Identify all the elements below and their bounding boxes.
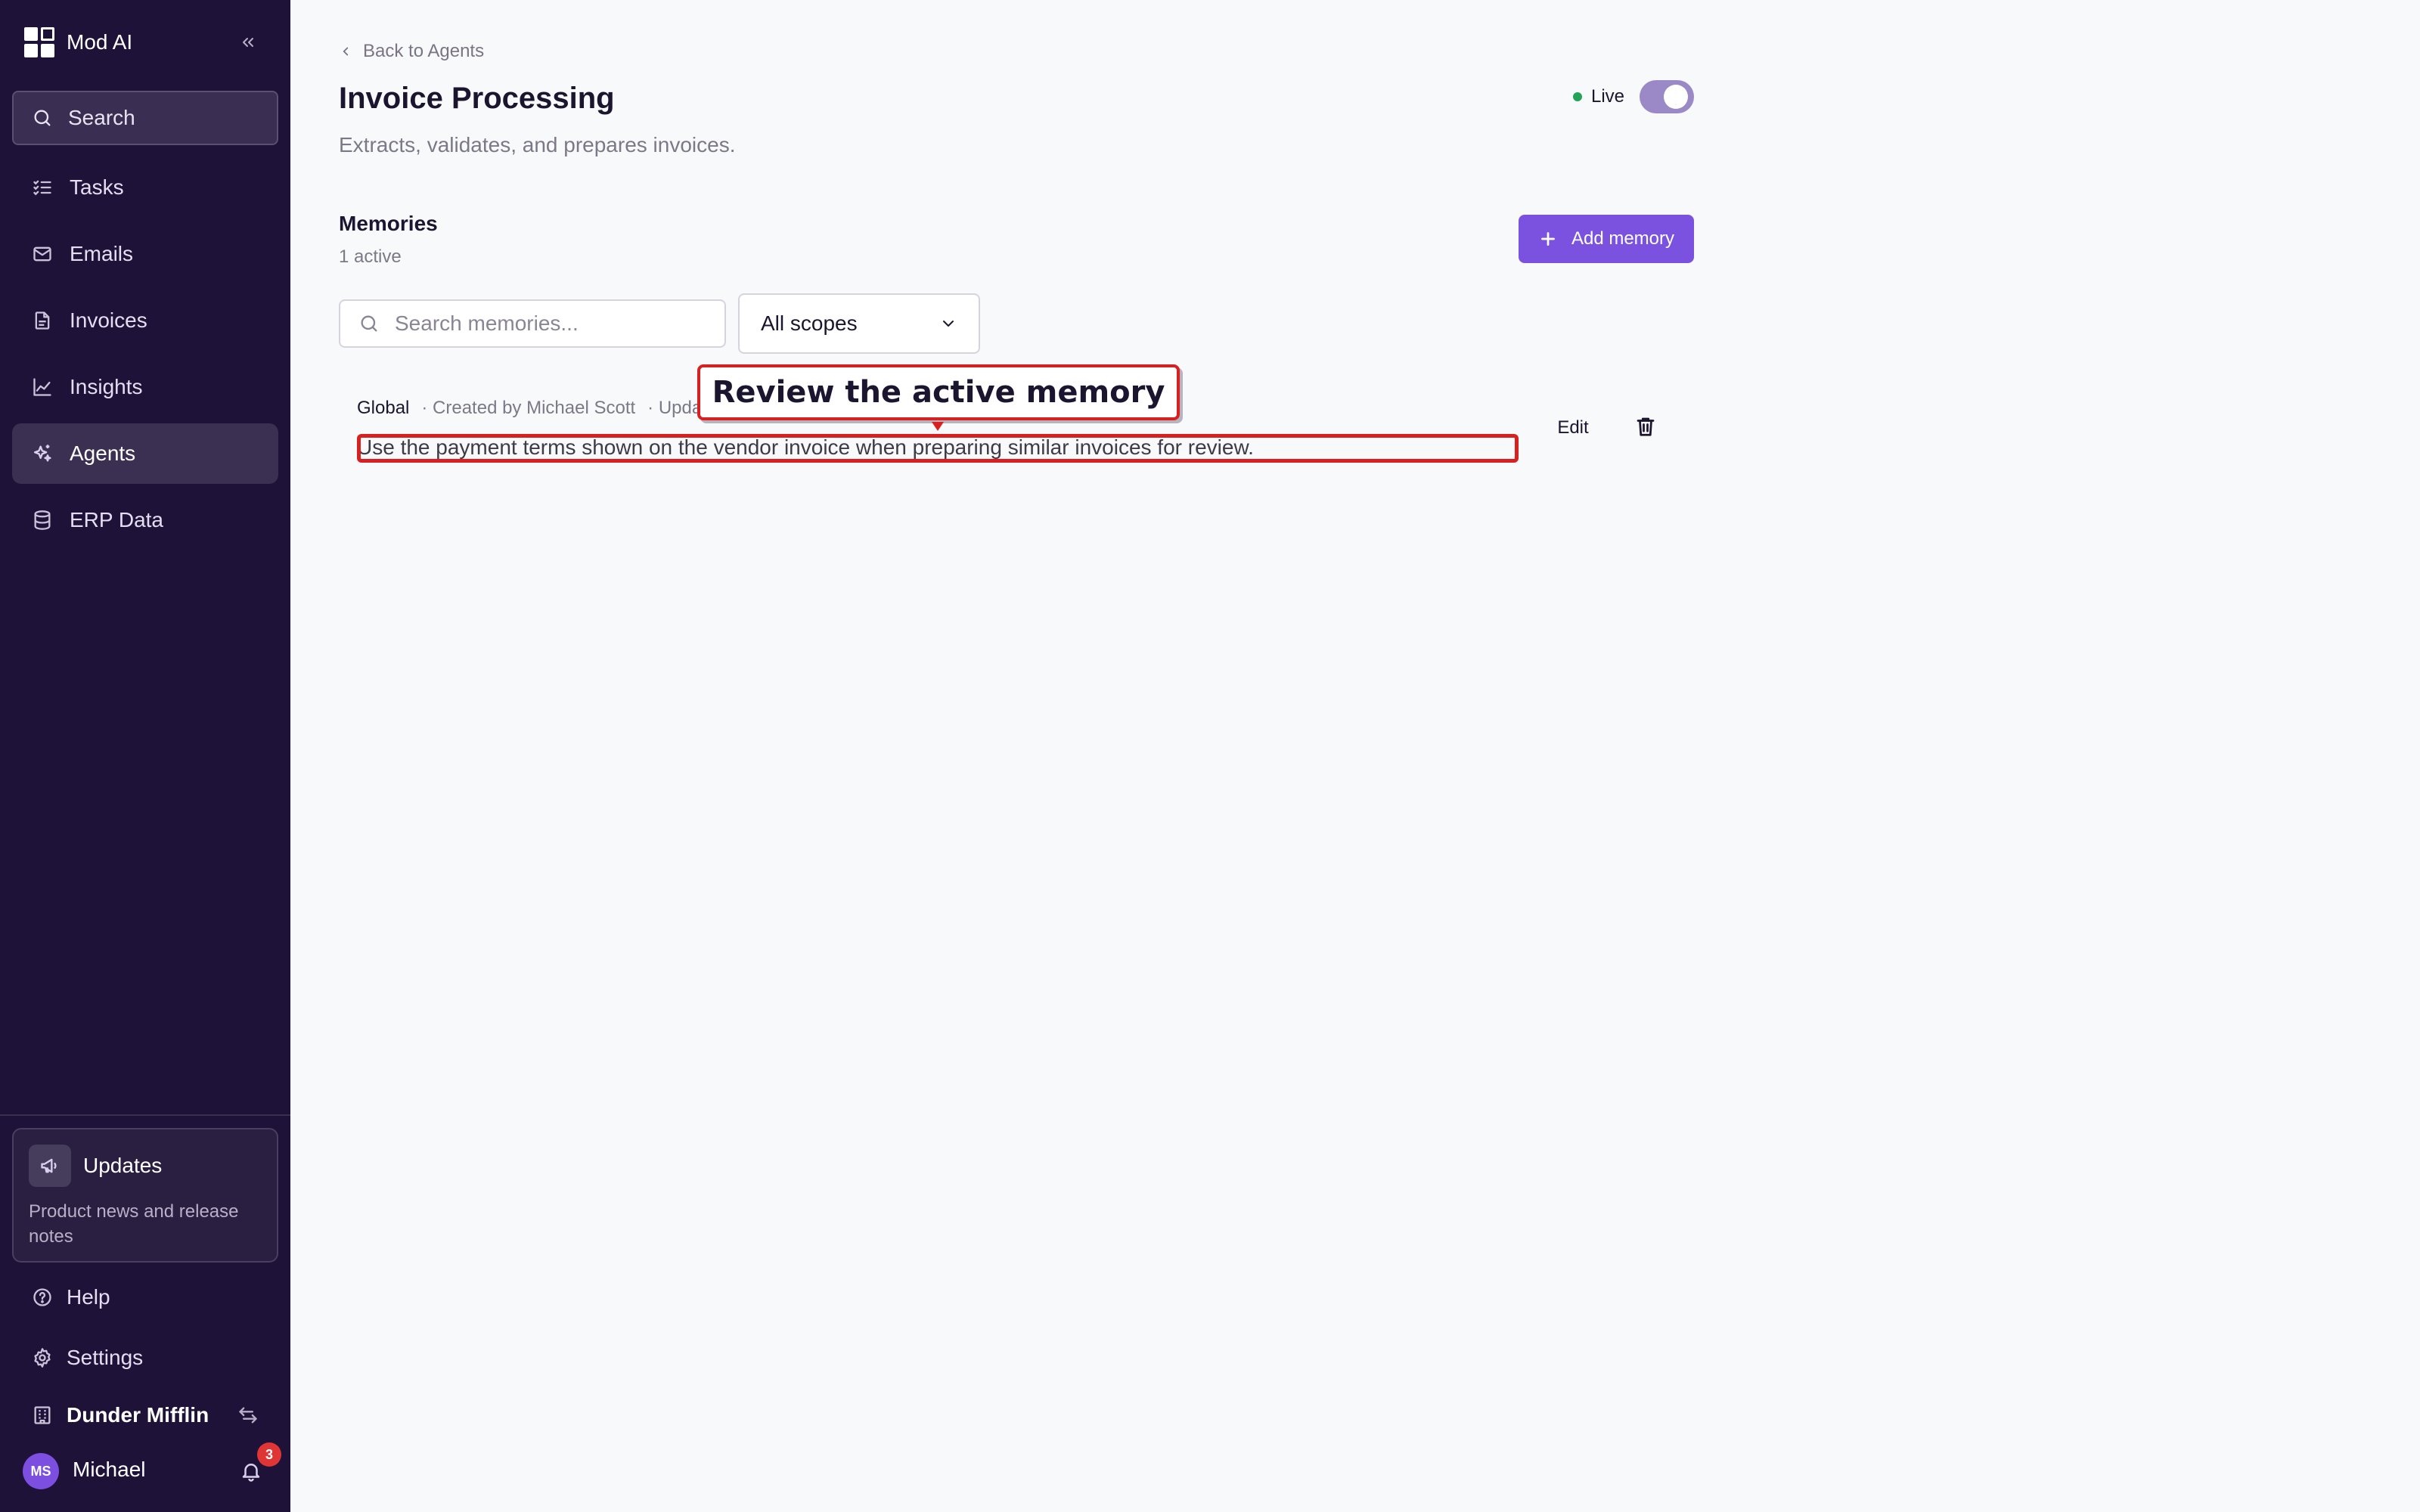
chart-line-icon bbox=[30, 375, 54, 399]
user-name[interactable]: Michael bbox=[73, 1458, 145, 1482]
memory-created-by: · Created by Michael Scott bbox=[421, 398, 636, 418]
chevron-left-icon bbox=[339, 45, 354, 58]
collapse-sidebar-button[interactable] bbox=[236, 27, 260, 57]
sidebar-item-emails[interactable]: Emails bbox=[12, 224, 278, 284]
sidebar-item-label: Insights bbox=[70, 375, 143, 398]
live-status-dot bbox=[1573, 92, 1582, 101]
back-label: Back to Agents bbox=[363, 41, 485, 61]
live-toggle[interactable] bbox=[1640, 80, 1694, 113]
sidebar-item-label: Tasks bbox=[70, 175, 124, 199]
toggle-knob bbox=[1664, 85, 1688, 109]
sidebar: Mod AI Search Tasks Emails Invoices Insi… bbox=[0, 0, 290, 1512]
page-subtitle: Extracts, validates, and prepares invoic… bbox=[339, 133, 736, 156]
bell-icon bbox=[242, 1464, 260, 1482]
live-status-label: Live bbox=[1591, 86, 1625, 107]
plus-icon bbox=[1538, 229, 1558, 249]
org-name: Dunder Mifflin bbox=[67, 1403, 209, 1427]
updates-description: Product news and release notes bbox=[29, 1201, 239, 1247]
search-icon bbox=[361, 315, 377, 332]
memory-updated: · Upda bbox=[647, 398, 703, 418]
sparkles-icon bbox=[30, 442, 54, 466]
sidebar-divider bbox=[0, 1114, 290, 1116]
sidebar-item-agents[interactable]: Agents bbox=[12, 423, 278, 484]
avatar[interactable]: MS bbox=[23, 1453, 59, 1489]
memory-search-input[interactable]: Search memories... bbox=[339, 299, 726, 348]
add-memory-label: Add memory bbox=[1571, 228, 1675, 249]
sidebar-search[interactable]: Search bbox=[12, 91, 278, 145]
memory-highlight-box bbox=[357, 434, 1519, 463]
search-icon bbox=[34, 110, 51, 126]
sidebar-item-erp-data[interactable]: ERP Data bbox=[12, 490, 278, 550]
brand-name: Mod AI bbox=[67, 30, 133, 54]
memory-scope: Global bbox=[357, 398, 410, 418]
edit-memory-button[interactable]: Edit bbox=[1546, 411, 1600, 445]
gear-icon bbox=[30, 1346, 54, 1370]
switch-org-button[interactable] bbox=[236, 1400, 260, 1430]
arrows-swap-icon bbox=[239, 1407, 257, 1424]
delete-memory-button[interactable] bbox=[1630, 410, 1661, 443]
memory-meta: Global · Created by Michael Scott · Upda bbox=[357, 398, 702, 419]
sidebar-item-label: Invoices bbox=[70, 308, 147, 332]
annotation-arrow bbox=[932, 422, 944, 431]
help-circle-icon bbox=[30, 1285, 54, 1309]
updates-card[interactable]: Updates Product news and release notes bbox=[12, 1128, 278, 1263]
sidebar-item-label: ERP Data bbox=[70, 508, 163, 531]
updates-title: Updates bbox=[83, 1154, 163, 1177]
brand-logo-icon bbox=[24, 27, 54, 57]
help-link[interactable]: Help bbox=[30, 1282, 110, 1312]
sidebar-nav: Tasks Emails Invoices Insights Agents ER… bbox=[12, 157, 278, 556]
org-switcher[interactable]: Dunder Mifflin bbox=[30, 1400, 209, 1430]
help-label: Help bbox=[67, 1285, 110, 1309]
memories-count: 1 active bbox=[339, 246, 402, 267]
annotation-tooltip: Review the active memory bbox=[697, 364, 1180, 420]
document-icon bbox=[30, 308, 54, 333]
sidebar-item-insights[interactable]: Insights bbox=[12, 357, 278, 417]
tasks-icon bbox=[30, 175, 54, 200]
back-to-agents-link[interactable]: Back to Agents bbox=[339, 38, 484, 65]
memory-search-placeholder: Search memories... bbox=[395, 311, 579, 335]
memories-heading: Memories bbox=[339, 212, 438, 235]
settings-label: Settings bbox=[67, 1346, 144, 1369]
sidebar-item-tasks[interactable]: Tasks bbox=[12, 157, 278, 218]
scope-filter-value: All scopes bbox=[761, 311, 858, 335]
chevron-down-icon bbox=[943, 321, 954, 327]
sidebar-item-label: Agents bbox=[70, 442, 136, 465]
building-icon bbox=[30, 1403, 54, 1427]
settings-link[interactable]: Settings bbox=[30, 1343, 143, 1373]
sidebar-item-label: Emails bbox=[70, 242, 134, 265]
live-status: Live bbox=[1573, 83, 1624, 110]
page-title: Invoice Processing bbox=[339, 82, 615, 115]
chevrons-left-icon bbox=[243, 38, 253, 47]
database-icon bbox=[30, 508, 54, 532]
megaphone-icon bbox=[29, 1145, 71, 1187]
brand[interactable]: Mod AI bbox=[24, 26, 132, 59]
mail-icon bbox=[30, 242, 54, 266]
trash-icon bbox=[1637, 417, 1655, 436]
scope-filter-select[interactable]: All scopes bbox=[738, 293, 980, 354]
sidebar-search-label: Search bbox=[68, 106, 135, 129]
add-memory-button[interactable]: Add memory bbox=[1519, 215, 1694, 263]
notification-count-badge: 3 bbox=[257, 1442, 281, 1467]
sidebar-item-invoices[interactable]: Invoices bbox=[12, 290, 278, 351]
